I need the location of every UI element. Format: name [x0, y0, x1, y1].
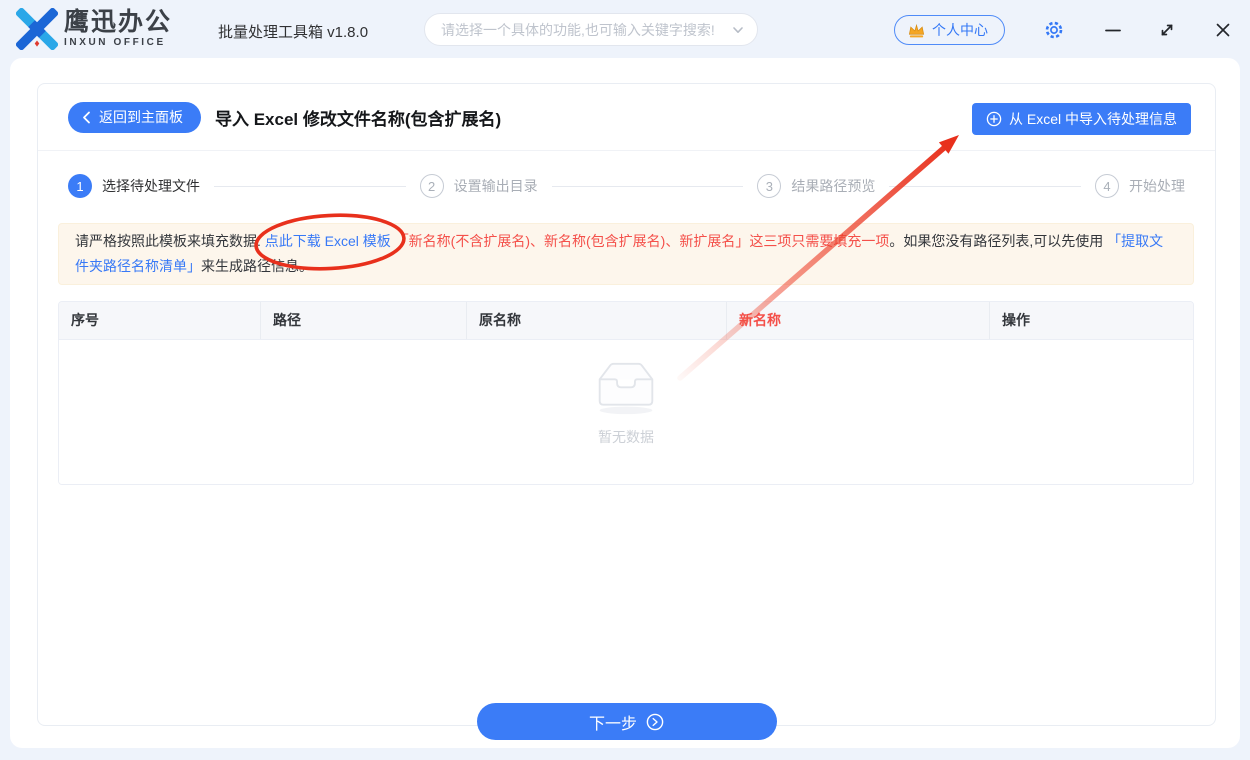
step-2-number: 2 — [420, 174, 444, 198]
col-header-index: 序号 — [59, 302, 261, 339]
step-4-label: 开始处理 — [1129, 176, 1185, 196]
step-4-start-process: 4 开始处理 — [1095, 174, 1185, 198]
step-1-select-files: 1 选择待处理文件 — [68, 174, 200, 198]
logo-title: 鹰迅办公 — [64, 10, 172, 35]
minimize-icon — [1105, 22, 1121, 38]
logo-x-icon — [16, 8, 58, 50]
empty-text: 暂无数据 — [588, 427, 664, 447]
gear-icon — [1044, 20, 1064, 40]
step-2-label: 设置输出目录 — [454, 176, 538, 196]
arrow-right-circle-icon — [646, 713, 664, 731]
step-connector — [889, 186, 1081, 187]
resize-button[interactable] — [1152, 18, 1182, 42]
app-title: 批量处理工具箱 v1.8.0 — [218, 21, 368, 42]
user-center-label: 个人中心 — [932, 20, 988, 40]
step-1-number: 1 — [68, 174, 92, 198]
table-header-row: 序号 路径 原名称 新名称 操作 — [59, 302, 1193, 340]
next-button-label: 下一步 — [589, 710, 637, 734]
step-3-number: 3 — [757, 174, 781, 198]
col-header-original-name: 原名称 — [467, 302, 727, 339]
back-button-label: 返回到主面板 — [99, 107, 183, 127]
titlebar: 鹰迅办公 INXUN OFFICE 批量处理工具箱 v1.8.0 请选择一个具体… — [0, 0, 1250, 58]
notice-prefix: 请严格按照此模板来填充数据: — [75, 233, 261, 249]
col-header-actions: 操作 — [990, 302, 1193, 339]
app-logo: 鹰迅办公 INXUN OFFICE — [16, 8, 172, 50]
minimize-button[interactable] — [1098, 18, 1128, 42]
resize-icon — [1159, 22, 1175, 38]
plus-circle-icon — [986, 111, 1002, 127]
step-3-result-preview: 3 结果路径预览 — [757, 174, 875, 198]
notice-suffix: 来生成路径信息。 — [201, 258, 313, 274]
settings-button[interactable] — [1039, 18, 1069, 42]
rename-table: 序号 路径 原名称 新名称 操作 暂无数据 — [58, 301, 1194, 485]
import-button-label: 从 Excel 中导入待处理信息 — [1009, 109, 1177, 129]
empty-state: 暂无数据 — [588, 354, 664, 447]
step-connector — [552, 186, 744, 187]
content-card: 返回到主面板 导入 Excel 修改文件名称(包含扩展名) 从 Excel 中导… — [37, 83, 1216, 726]
empty-inbox-icon — [588, 354, 664, 416]
logo-subtitle: INXUN OFFICE — [64, 38, 172, 48]
step-1-label: 选择待处理文件 — [102, 176, 200, 196]
step-connector — [214, 186, 406, 187]
user-center-button[interactable]: 个人中心 — [894, 15, 1005, 45]
close-icon — [1215, 22, 1231, 38]
import-from-excel-button[interactable]: 从 Excel 中导入待处理信息 — [972, 103, 1191, 135]
search-placeholder: 请选择一个具体的功能,也可输入关键字搜索! — [441, 20, 725, 40]
back-to-dashboard-button[interactable]: 返回到主面板 — [68, 102, 201, 133]
steps-bar: 1 选择待处理文件 2 设置输出目录 3 结果路径预览 4 开始处理 — [38, 169, 1215, 203]
notice-mid-text: 。如果您没有路径列表,可以先使用 — [889, 233, 1103, 249]
next-step-button[interactable]: 下一步 — [477, 703, 777, 740]
template-notice: 请严格按照此模板来填充数据: 点此下载 Excel 模板 「新名称(不含扩展名)… — [58, 223, 1194, 285]
chevron-down-icon — [731, 23, 745, 37]
step-4-number: 4 — [1095, 174, 1119, 198]
col-header-new-name: 新名称 — [727, 302, 990, 339]
close-button[interactable] — [1208, 18, 1238, 42]
main-window-body: 返回到主面板 导入 Excel 修改文件名称(包含扩展名) 从 Excel 中导… — [10, 58, 1240, 748]
table-body-empty: 暂无数据 — [59, 340, 1193, 485]
crown-icon — [907, 22, 926, 39]
col-header-path: 路径 — [261, 302, 467, 339]
step-2-output-dir: 2 设置输出目录 — [420, 174, 538, 198]
step-3-label: 结果路径预览 — [791, 176, 875, 196]
card-header: 返回到主面板 导入 Excel 修改文件名称(包含扩展名) 从 Excel 中导… — [38, 84, 1215, 151]
function-search-select[interactable]: 请选择一个具体的功能,也可输入关键字搜索! — [424, 13, 758, 46]
chevron-left-icon — [82, 111, 91, 124]
notice-red-text: 「新名称(不含扩展名)、新名称(包含扩展名)、新扩展名」这三项只需要填充一项 — [395, 233, 890, 249]
page-title: 导入 Excel 修改文件名称(包含扩展名) — [215, 105, 501, 130]
download-template-link[interactable]: 点此下载 Excel 模板 — [265, 233, 391, 249]
